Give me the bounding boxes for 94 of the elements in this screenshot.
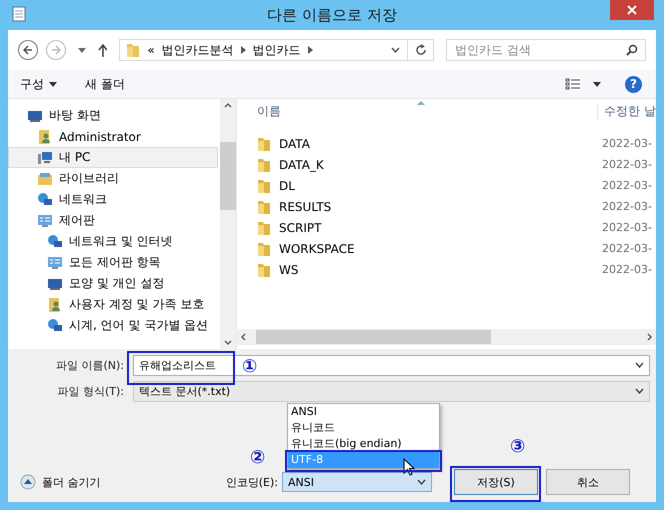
filename-label: 파일 이름(N): [54, 358, 125, 372]
caret-icon [49, 82, 57, 86]
forward-arrow-icon [50, 45, 61, 55]
back-button[interactable] [18, 40, 38, 60]
scroll-up-icon[interactable] [224, 103, 232, 108]
folder-icon [126, 42, 140, 58]
window-title: 다른 이름으로 저장 [266, 6, 398, 24]
user-icon [37, 128, 53, 144]
folder-icon [257, 178, 271, 194]
folder-icon [257, 240, 271, 256]
folder-icon [257, 156, 271, 172]
collapse-icon [20, 474, 36, 490]
chevron-right-icon[interactable] [240, 46, 246, 54]
close-button[interactable] [610, 0, 654, 20]
sidebar-item[interactable]: Administrator [8, 126, 218, 147]
search-icon [626, 44, 638, 56]
panel-icon [47, 254, 63, 270]
encoding-label: 인코딩(E): [226, 474, 278, 490]
help-button[interactable]: ? [625, 76, 642, 92]
user-icon [47, 296, 63, 312]
chevron-down-icon[interactable] [391, 47, 400, 53]
step-number: ① [242, 356, 258, 377]
view-options-icon[interactable] [565, 77, 581, 91]
sidebar-item[interactable]: 제어판 [8, 210, 218, 231]
refresh-icon[interactable] [415, 44, 427, 56]
modified-date: 2022-03- [602, 221, 653, 234]
file-name[interactable]: WORKSPACE [279, 242, 594, 256]
dropdown-caret-icon[interactable] [593, 82, 601, 86]
sidebar-item[interactable]: 모든 제어판 항목 [8, 252, 218, 273]
hide-folders-button[interactable]: 폴더 숨기기 [20, 474, 100, 490]
chevron-down-icon[interactable] [635, 362, 644, 368]
search-field[interactable]: 법인카드 검색 [446, 39, 646, 61]
sidebar-item[interactable]: 바탕 화면 [8, 105, 218, 126]
sidebar-item[interactable]: 사용자 계정 및 가족 보호 [8, 294, 218, 315]
scroll-down-icon[interactable] [224, 340, 232, 345]
encoding-option[interactable]: ANSI [288, 404, 439, 420]
library-icon [37, 170, 53, 186]
sidebar-item[interactable]: 네트워크 [8, 189, 218, 210]
sidebar-item[interactable]: 시계, 언어 및 국가별 옵션 [8, 315, 218, 336]
address-bar[interactable]: « 법인카드분석 법인카드 [119, 39, 434, 61]
encoding-dropdown[interactable]: ANSI [282, 472, 432, 492]
breadcrumb-overflow[interactable]: « [147, 43, 155, 57]
column-header[interactable]: 수정한 날 [597, 102, 656, 120]
encoding-option[interactable]: 유니코드(big endian) [288, 436, 439, 452]
globe-icon [37, 192, 53, 208]
notepad-icon [12, 6, 26, 22]
sidebar-item[interactable]: 내 PC [8, 147, 218, 168]
organize-menu-button[interactable]: 구성 [20, 76, 57, 92]
close-icon [627, 5, 637, 15]
pc-icon [37, 150, 53, 166]
breadcrumb-item[interactable]: 법인카드분석 [162, 42, 234, 58]
sidebar-item[interactable]: 모양 및 개인 설정 [8, 273, 218, 294]
globe-icon [47, 234, 63, 250]
vertical-scrollbar[interactable] [220, 99, 236, 349]
file-name[interactable]: WS [279, 262, 594, 276]
new-folder-button[interactable]: 새 폴더 [85, 76, 125, 92]
up-arrow-icon[interactable] [98, 44, 108, 56]
folder-icon [257, 220, 271, 236]
column-header[interactable]: 이름 [237, 102, 597, 120]
file-name[interactable]: DL [279, 178, 594, 192]
folder-icon [257, 136, 271, 152]
panel-icon [37, 212, 53, 228]
modified-date: 2022-03- [602, 263, 653, 276]
save-button[interactable]: 저장(S) [454, 469, 538, 495]
chevron-right-icon[interactable] [308, 46, 313, 54]
file-name[interactable]: SCRIPT [279, 220, 594, 234]
modified-date: 2022-03- [602, 200, 653, 213]
chevron-down-icon[interactable] [635, 388, 644, 394]
file-name[interactable]: DATA_K [279, 158, 594, 172]
sort-arrow-icon [417, 101, 425, 105]
horizontal-scrollbar[interactable] [237, 329, 656, 345]
encoding-option[interactable]: 유니코드 [288, 420, 439, 436]
file-name[interactable]: DATA [279, 136, 594, 150]
file-type-dropdown[interactable]: 텍스트 문서(*.txt) [133, 380, 650, 402]
step-number: ③ [510, 436, 526, 457]
modified-date: 2022-03- [602, 158, 653, 171]
modified-date: 2022-03- [602, 179, 653, 192]
sidebar-item[interactable]: 라이브러리 [8, 168, 218, 189]
step-number: ② [250, 447, 266, 468]
chevron-down-icon[interactable] [417, 479, 426, 485]
modified-date: 2022-03- [602, 242, 653, 255]
file-type-label: 파일 형식(T): [56, 384, 125, 398]
file-name[interactable]: RESULTS [279, 200, 594, 214]
folder-icon [257, 198, 271, 214]
dropdown-caret-icon[interactable] [78, 48, 86, 52]
sidebar-item[interactable]: 네트워크 및 인터넷 [8, 231, 218, 252]
globe-icon [47, 318, 63, 334]
folder-icon [257, 262, 271, 278]
scroll-left-icon[interactable] [241, 333, 246, 341]
modified-date: 2022-03- [602, 137, 653, 150]
cancel-button[interactable]: 취소 [546, 469, 630, 495]
breadcrumb-item[interactable]: 법인카드 [252, 42, 301, 58]
scroll-right-icon[interactable] [647, 333, 652, 341]
back-arrow-icon [22, 45, 33, 55]
